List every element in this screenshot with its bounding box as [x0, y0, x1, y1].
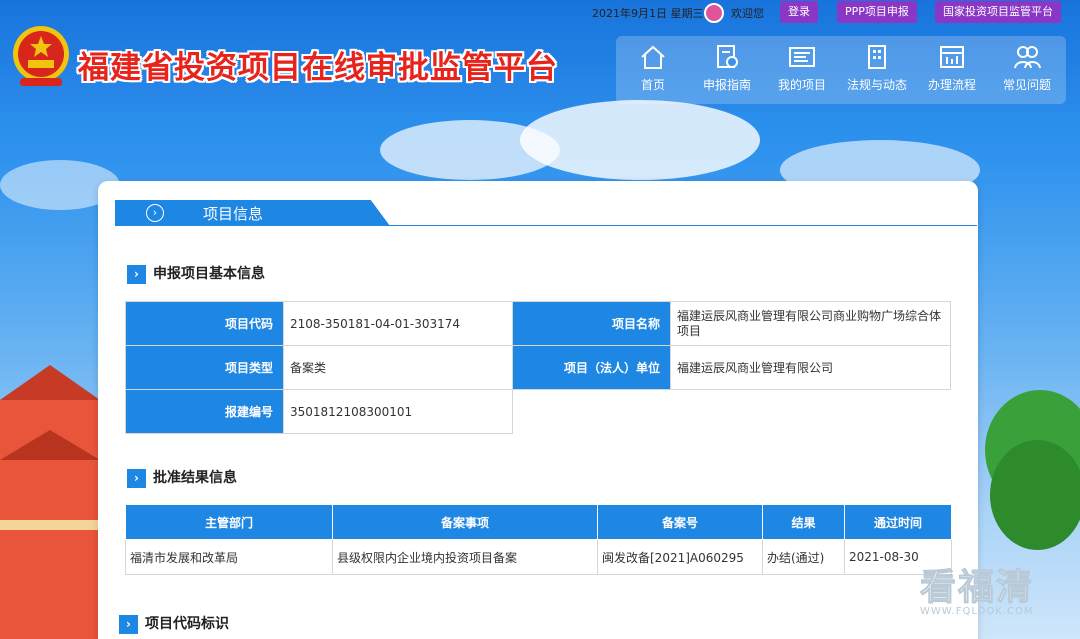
- unit-label: 项目（法人）单位: [512, 345, 671, 390]
- login-button[interactable]: 登录: [780, 1, 818, 23]
- table-cell: 县级权限内企业境内投资项目备案: [332, 539, 598, 575]
- code-value: 2108-350181-04-01-303174: [283, 301, 513, 346]
- watermark: 看福清 WWW.FQLOOK.COM: [919, 558, 1035, 618]
- section-title: 申报项目基本信息: [153, 266, 265, 282]
- nav-item-my-project[interactable]: 我的项目: [767, 44, 837, 93]
- home-icon: [641, 45, 665, 69]
- section-basic-info: › 申报项目基本信息: [127, 263, 265, 284]
- process-icon: [940, 46, 964, 68]
- national-emblem-icon: [13, 26, 69, 86]
- faq-icon: [1014, 46, 1041, 69]
- tree-decoration: [990, 440, 1080, 550]
- table-cell: 福清市发展和改革局: [125, 539, 333, 575]
- national-platform-button[interactable]: 国家投资项目监管平台: [935, 1, 1061, 23]
- building-icon: [868, 45, 886, 69]
- table-row: 项目类型 备案类 项目（法人）单位 福建运辰风商业管理有限公司: [125, 345, 951, 390]
- nav-item-process[interactable]: 办理流程: [917, 44, 987, 93]
- approval-result-table: 主管部门 备案事项 备案号 结果 通过时间 福清市发展和改革局 县级权限内企业境…: [125, 504, 952, 575]
- site-title: 福建省投资项目在线审批监管平台: [78, 50, 558, 86]
- arrow-right-icon: ›: [127, 264, 146, 284]
- header-bar: 福建省投资项目在线审批监管平台 2021年9月1日 星期三 欢迎您 登录 PPP…: [0, 0, 1080, 112]
- unit-value: 福建运辰风商业管理有限公司: [670, 345, 951, 390]
- nav-item-guide[interactable]: 申报指南: [692, 44, 762, 93]
- section-title: 项目代码标识: [145, 616, 229, 632]
- date-text: 2021年9月1日 星期三: [592, 7, 704, 20]
- column-header: 备案号: [597, 504, 763, 540]
- column-header: 结果: [762, 504, 845, 540]
- section-project-code: › 项目代码标识: [119, 613, 229, 634]
- column-header: 主管部门: [125, 504, 333, 540]
- nav-label-process: 办理流程: [927, 78, 976, 92]
- section-approval-result: › 批准结果信息: [127, 467, 237, 488]
- nav-label-my-project: 我的项目: [777, 78, 826, 92]
- section-title: 批准结果信息: [153, 470, 237, 486]
- panel-tab: › 项目信息: [115, 200, 390, 226]
- nav-item-faq[interactable]: 常见问题: [992, 44, 1062, 93]
- column-header: 备案事项: [332, 504, 598, 540]
- table-row: 项目代码 2108-350181-04-01-303174 项目名称 福建运辰风…: [125, 301, 951, 346]
- watermark-logo-text: 看福清: [919, 567, 1035, 609]
- arrow-right-icon: ›: [127, 468, 146, 488]
- nav-label-faq: 常见问题: [1002, 78, 1051, 92]
- nav-label-regulations: 法规与动态: [846, 78, 907, 92]
- panel-tab-title: 项目信息: [203, 205, 264, 223]
- name-label: 项目名称: [512, 301, 671, 346]
- table-row: 福清市发展和改革局 县级权限内企业境内投资项目备案 闽发改备[2021]A060…: [125, 539, 952, 575]
- name-value: 福建运辰风商业管理有限公司商业购物广场综合体项目: [670, 301, 951, 346]
- ppp-declare-button[interactable]: PPP项目申报: [837, 1, 917, 23]
- type-value: 备案类: [283, 345, 513, 390]
- cloud-decoration: [520, 100, 760, 180]
- panel-divider: [115, 225, 977, 226]
- chevron-right-icon: ›: [146, 204, 164, 222]
- table-row: 报建编号 3501812108300101: [125, 389, 951, 434]
- table-cell: 闽发改备[2021]A060295: [597, 539, 763, 575]
- nav-item-regulations[interactable]: 法规与动态: [842, 44, 912, 93]
- code-label: 项目代码: [125, 301, 284, 346]
- pagoda-roof-decoration: [0, 365, 100, 639]
- number-value: 3501812108300101: [283, 389, 513, 434]
- guide-icon: [717, 45, 738, 68]
- basic-info-table: 项目代码 2108-350181-04-01-303174 项目名称 福建运辰风…: [125, 301, 951, 434]
- table-cell: 办结(通过): [762, 539, 845, 575]
- column-header: 通过时间: [844, 504, 952, 540]
- nav-label-home: 首页: [640, 78, 665, 92]
- user-avatar-icon[interactable]: [704, 3, 724, 23]
- nav-item-home[interactable]: 首页: [618, 44, 688, 93]
- type-label: 项目类型: [125, 345, 284, 390]
- empty-cell: [513, 390, 951, 434]
- main-nav: 首页 申报指南 我的项目 法规与动态 办理流程 常见问题: [616, 36, 1066, 104]
- watermark-url: WWW.FQLOOK.COM: [920, 606, 1034, 617]
- table-header-row: 主管部门 备案事项 备案号 结果 通过时间: [125, 504, 952, 540]
- arrow-right-icon: ›: [119, 614, 138, 634]
- nav-label-guide: 申报指南: [702, 78, 751, 92]
- project-icon: [789, 47, 815, 67]
- welcome-text: 欢迎您: [731, 7, 764, 20]
- number-label: 报建编号: [125, 389, 284, 434]
- project-info-panel: › 项目信息 › 申报项目基本信息 项目代码 2108-350181-04-01-…: [98, 181, 978, 639]
